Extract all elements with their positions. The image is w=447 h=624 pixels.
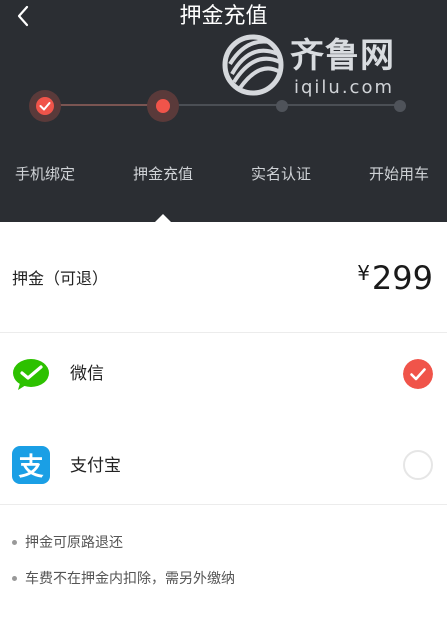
- step-done-icon: [29, 90, 61, 122]
- payment-option-alipay[interactable]: 支 支付宝: [0, 418, 447, 504]
- watermark-url: iqilu.com: [294, 77, 395, 98]
- step-label-verify: 实名认证: [250, 165, 311, 183]
- deposit-value: 299: [371, 259, 433, 297]
- currency-symbol: ¥: [357, 261, 370, 285]
- step-current-icon: [147, 90, 179, 122]
- note-fare: 车费不在押金内扣除，需另外缴纳: [12, 569, 235, 589]
- watermark-name: 齐鲁网: [290, 36, 395, 76]
- top-header: 押金充值 齐鲁网 iqilu.com 手机绑定 押金充值 实名认证 开始用车: [0, 0, 447, 222]
- page-title: 押金充值: [179, 4, 268, 29]
- note-refund: 押金可原路退还: [12, 533, 123, 553]
- step-pending-icon: [276, 100, 288, 112]
- watermark-logo-icon: [222, 34, 284, 96]
- radio-checked-icon[interactable]: [403, 359, 433, 389]
- alipay-label: 支付宝: [70, 456, 121, 476]
- svg-text:支: 支: [18, 452, 43, 481]
- step-label-ride: 开始用车: [368, 165, 429, 183]
- step-pointer: [155, 214, 171, 222]
- step-pending-icon: [394, 100, 406, 112]
- wechat-label: 微信: [70, 364, 104, 384]
- step-label-deposit: 押金充值: [132, 165, 193, 183]
- deposit-label: 押金（可退）: [12, 269, 109, 288]
- radio-unchecked-icon[interactable]: [403, 450, 433, 480]
- watermark: 齐鲁网 iqilu.com: [220, 34, 420, 98]
- payment-option-wechat[interactable]: 微信: [0, 334, 447, 416]
- bullet-icon: [12, 575, 17, 581]
- divider: [0, 504, 447, 505]
- bullet-icon: [12, 539, 17, 545]
- alipay-icon: 支: [12, 446, 50, 484]
- divider: [0, 332, 447, 333]
- deposit-amount: ¥299: [357, 258, 433, 298]
- wechat-icon: [13, 359, 49, 390]
- step-label-phone: 手机绑定: [14, 165, 75, 183]
